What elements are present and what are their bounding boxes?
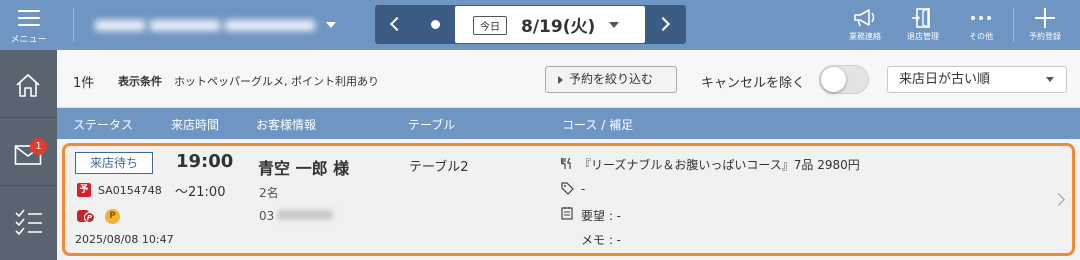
chevron-down-icon xyxy=(1046,77,1054,82)
narrow-button-label: 予約を絞り込む xyxy=(569,72,654,86)
table-row[interactable]: 来店待ち 19:00 〜21:00 予 SA0154748 P P 2025/0… xyxy=(62,143,1075,256)
top-bar: メニュー 今日 8/19(火) 業務連絡 退店管理 その他 予約登録 xyxy=(0,0,1080,50)
table-header: ステータス 来店時間 お客様情報 テーブル コース / 補足 xyxy=(57,108,1080,139)
date-select[interactable]: 今日 8/19(火) xyxy=(455,6,645,43)
go-today-button[interactable] xyxy=(416,5,455,44)
prev-day-button[interactable] xyxy=(375,5,415,44)
fork-knife-icon xyxy=(561,157,571,169)
triangle-right-icon xyxy=(558,76,563,84)
business-contact-button[interactable]: 業務連絡 xyxy=(836,0,894,50)
exclude-cancel-label: キャンセルを除く xyxy=(701,76,806,91)
party-size: 2名 xyxy=(259,186,279,200)
menu-label: メニュー xyxy=(10,35,47,45)
hamburger-icon xyxy=(18,10,40,26)
condition-value: ホットペッパーグルメ, ポイント利用あり xyxy=(174,75,379,88)
tool-label: その他 xyxy=(969,32,993,41)
menu-button[interactable]: メニュー xyxy=(0,0,57,50)
next-day-button[interactable] xyxy=(646,5,686,44)
more-dots-icon xyxy=(971,16,991,20)
sort-select[interactable]: 来店日が古い順 xyxy=(887,66,1067,93)
divider xyxy=(73,8,74,42)
narrow-reservations-button[interactable]: 予約を絞り込む xyxy=(545,66,677,93)
created-at: 2025/08/08 10:47 xyxy=(75,233,174,246)
request-note: 要望 : - xyxy=(581,209,622,223)
chevron-down-icon xyxy=(609,22,619,28)
chevron-right-icon[interactable] xyxy=(1052,193,1065,206)
memo-note: メモ : - xyxy=(581,233,622,247)
tag-icon xyxy=(561,182,574,195)
status-badge[interactable]: 来店待ち xyxy=(75,152,153,174)
door-exit-icon xyxy=(912,7,930,29)
megaphone-icon xyxy=(854,9,875,27)
hotpepper-icon: P xyxy=(77,209,95,223)
phone-number-blurred xyxy=(277,210,333,220)
customer-name: 青空 一郎 様 xyxy=(258,159,350,178)
shop-name-blurred[interactable] xyxy=(95,16,325,34)
tag-value: - xyxy=(581,182,586,196)
tool-label: 予約登録 xyxy=(1029,32,1061,41)
chevron-right-icon xyxy=(655,16,671,32)
plus-icon xyxy=(1035,8,1055,28)
tool-label: 業務連絡 xyxy=(849,32,881,41)
tool-label: 退店管理 xyxy=(907,32,939,41)
unread-badge: 1 xyxy=(30,138,47,155)
condition-label: 表示条件 xyxy=(118,75,162,88)
course-info: 『リーズナブル＆お腹いっぱいコース』7品 2980円 xyxy=(579,158,860,172)
sort-selected: 来店日が古い順 xyxy=(899,72,991,87)
filter-bar: 1件 表示条件 ホットペッパーグルメ, ポイント利用あり 予約を絞り込む キャン… xyxy=(57,50,1080,108)
chevron-left-icon xyxy=(389,16,405,32)
home-icon xyxy=(16,74,40,97)
sidebar: 1 xyxy=(0,50,57,260)
phone-number: 03 xyxy=(259,209,275,223)
current-date: 8/19(火) xyxy=(521,17,596,37)
visit-time: 19:00 xyxy=(176,151,234,172)
column-header: お客様情報 xyxy=(256,118,317,132)
more-button[interactable]: その他 xyxy=(952,0,1010,50)
result-count: 1件 xyxy=(73,76,95,91)
divider xyxy=(1013,8,1014,42)
column-header: コース / 補足 xyxy=(562,118,634,132)
column-header: ステータス xyxy=(73,118,134,132)
point-icon: P xyxy=(105,209,120,224)
column-header: 来店時間 xyxy=(171,118,220,132)
table-name: テーブル2 xyxy=(409,160,469,175)
sidebar-item-checklist[interactable] xyxy=(0,186,57,254)
reservation-source-icon: 予 xyxy=(77,183,91,197)
visit-end-time: 〜21:00 xyxy=(175,185,226,200)
toggle-knob xyxy=(821,67,846,92)
checkout-manage-button[interactable]: 退店管理 xyxy=(894,0,952,50)
checklist-icon xyxy=(15,209,42,236)
add-reservation-button[interactable]: 予約登録 xyxy=(1016,0,1074,50)
reservation-number: SA0154748 xyxy=(98,184,162,197)
today-badge[interactable]: 今日 xyxy=(473,16,507,35)
shop-dropdown-caret-icon[interactable] xyxy=(326,22,336,28)
date-navigator: 今日 8/19(火) xyxy=(375,5,686,44)
dot-icon xyxy=(431,20,440,29)
sidebar-item-mail[interactable]: 1 xyxy=(0,118,57,186)
note-icon xyxy=(561,207,573,220)
sidebar-item-home[interactable] xyxy=(0,50,57,118)
column-header: テーブル xyxy=(408,118,456,132)
exclude-cancel-toggle[interactable] xyxy=(819,65,869,94)
